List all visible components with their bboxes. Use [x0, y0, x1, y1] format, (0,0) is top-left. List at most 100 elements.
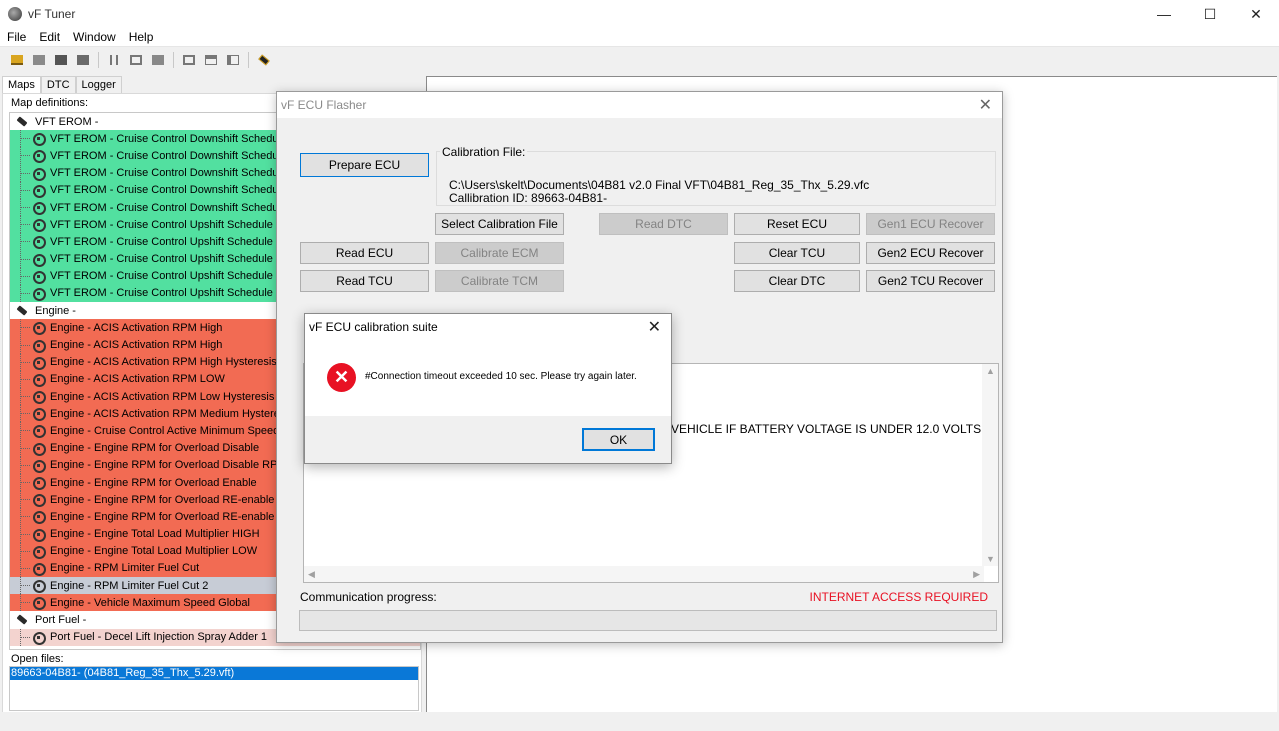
open-files-list: 89663-04B81- (04B81_Reg_35_Thx_5.29.vft)	[9, 666, 419, 711]
tree-branch-line	[10, 267, 32, 285]
window-controls: — ☐ ✕	[1141, 0, 1279, 28]
read-tcu-button[interactable]: Read TCU	[300, 270, 429, 292]
tree-item-label: VFT EROM - Cruise Control Downshift Sche…	[50, 201, 303, 214]
map-gear-icon	[32, 235, 46, 250]
copy-button[interactable]	[125, 49, 147, 71]
tree-item-label: Engine - ACIS Activation RPM High Hyster…	[50, 356, 277, 369]
cut-button[interactable]	[103, 49, 125, 71]
tab-dtc[interactable]: DTC	[40, 76, 76, 93]
tree-branch-line	[10, 353, 32, 371]
calibrate-ecm-button[interactable]: Calibrate ECM	[435, 242, 564, 264]
save-button[interactable]	[50, 49, 72, 71]
tree-item-label: Engine - ACIS Activation RPM Low Hystere…	[50, 390, 275, 403]
maximize-button[interactable]: ☐	[1187, 0, 1233, 28]
map-group-icon	[16, 615, 28, 625]
toolbar-separator	[98, 52, 99, 68]
menu-file[interactable]: File	[0, 30, 32, 44]
msgbox-footer: OK	[305, 416, 671, 463]
map-gear-icon	[32, 184, 46, 198]
open-file-item[interactable]: 89663-04B81- (04B81_Reg_35_Thx_5.29.vft)	[10, 667, 418, 680]
tile-horizontal-button[interactable]	[200, 49, 222, 71]
tile-vertical-button[interactable]	[222, 49, 244, 71]
menu-help[interactable]: Help	[122, 30, 160, 44]
tree-item-label: Engine - Engine RPM for Overload Disable	[50, 442, 260, 455]
left-tabs: Maps DTC Logger	[2, 76, 122, 94]
reset-ecu-button[interactable]: Reset ECU	[734, 213, 860, 235]
ecu-chip-icon	[258, 54, 270, 66]
toolbar-separator	[248, 52, 249, 68]
tree-item-label: Engine - Engine Total Load Multiplier LO…	[50, 545, 258, 558]
open-folder-button[interactable]	[6, 49, 28, 71]
scroll-down-icon[interactable]: ▼	[986, 554, 995, 564]
open-file-button[interactable]	[28, 49, 50, 71]
log-text: VEHICLE IF BATTERY VOLTAGE IS UNDER 12.0…	[671, 422, 985, 436]
map-gear-icon	[32, 424, 46, 439]
ok-button[interactable]: OK	[582, 428, 655, 451]
cascade-icon	[183, 55, 195, 65]
tree-branch-line	[10, 491, 32, 509]
map-gear-icon	[32, 442, 46, 456]
map-gear-icon	[32, 270, 46, 284]
tree-branch-line	[10, 542, 32, 560]
menu-window[interactable]: Window	[66, 30, 122, 44]
app-logo-icon	[8, 7, 22, 21]
clear-tcu-button[interactable]: Clear TCU	[734, 242, 860, 264]
map-gear-icon	[32, 356, 46, 370]
scroll-left-icon[interactable]: ◀	[308, 569, 315, 580]
map-gear-icon	[32, 339, 46, 353]
map-gear-icon	[32, 579, 46, 594]
log-vertical-scrollbar[interactable]: ▲ ▼	[982, 364, 998, 566]
open-file-icon	[33, 55, 45, 65]
tile-vertical-icon	[227, 55, 239, 65]
error-message-box: vF ECU calibration suite ✕ ✕ #Connection…	[304, 313, 672, 464]
tree-branch-line	[10, 577, 32, 595]
map-gear-icon	[32, 631, 46, 645]
communication-progress-label: Communication progress:	[300, 590, 437, 604]
gen2-ecu-recover-button[interactable]: Gen2 ECU Recover	[866, 242, 995, 264]
gen2-tcu-recover-button[interactable]: Gen2 TCU Recover	[866, 270, 995, 292]
save-as-icon	[77, 55, 89, 65]
calibration-path: C:\Users\skelt\Documents\04B81 v2.0 Fina…	[449, 178, 870, 192]
tree-item-label: Engine - RPM Limiter Fuel Cut 2	[50, 579, 209, 592]
tree-branch-line	[10, 181, 32, 199]
map-gear-icon	[32, 167, 46, 181]
msgbox-close-button[interactable]: ✕	[648, 317, 661, 337]
tree-item-label: Engine - ACIS Activation RPM Medium Hyst…	[50, 407, 294, 420]
calibrate-tcm-button[interactable]: Calibrate TCM	[435, 270, 564, 292]
tree-branch-line	[10, 199, 32, 217]
tab-maps[interactable]: Maps	[2, 76, 41, 94]
tree-branch-line	[10, 216, 32, 234]
log-horizontal-scrollbar[interactable]: ◀ ▶	[304, 566, 984, 582]
tree-item-label: Engine - Engine RPM for Overload Disable…	[50, 459, 303, 472]
tree-branch-line	[10, 474, 32, 492]
save-as-button[interactable]	[72, 49, 94, 71]
flasher-close-button[interactable]: ✕	[979, 95, 992, 115]
close-button[interactable]: ✕	[1233, 0, 1279, 28]
clear-dtc-button[interactable]: Clear DTC	[734, 270, 860, 292]
tree-branch-line	[10, 559, 32, 577]
map-gear-icon	[32, 149, 46, 164]
read-ecu-button[interactable]: Read ECU	[300, 242, 429, 264]
scroll-up-icon[interactable]: ▲	[986, 366, 995, 376]
scroll-right-icon[interactable]: ▶	[973, 569, 980, 580]
minimize-button[interactable]: —	[1141, 0, 1187, 28]
tree-item-label: Engine - ACIS Activation RPM High	[50, 339, 223, 352]
tree-branch-line	[10, 319, 32, 337]
tab-logger[interactable]: Logger	[75, 76, 122, 93]
map-gear-icon	[32, 510, 46, 525]
gen1-ecu-recover-button[interactable]: Gen1 ECU Recover	[866, 213, 995, 235]
cascade-button[interactable]	[178, 49, 200, 71]
window-title: vF Tuner	[28, 7, 76, 21]
paste-button[interactable]	[147, 49, 169, 71]
tree-item-label: VFT EROM - Cruise Control Upshift Schedu…	[50, 287, 304, 300]
msgbox-title: vF ECU calibration suite	[309, 320, 438, 334]
menu-edit[interactable]: Edit	[32, 30, 66, 44]
map-gear-icon	[32, 596, 46, 611]
read-dtc-button[interactable]: Read DTC	[599, 213, 728, 235]
tree-item-label: Port Fuel - Decel Lift Injection Spray A…	[50, 631, 268, 644]
ecu-flasher-button[interactable]	[253, 49, 275, 71]
select-calibration-file-button[interactable]: Select Calibration File	[435, 213, 564, 235]
calibration-id: Callibration ID: 89663-04B81-	[449, 191, 608, 205]
prepare-ecu-button[interactable]: Prepare ECU	[300, 153, 429, 177]
map-gear-icon	[32, 287, 46, 301]
